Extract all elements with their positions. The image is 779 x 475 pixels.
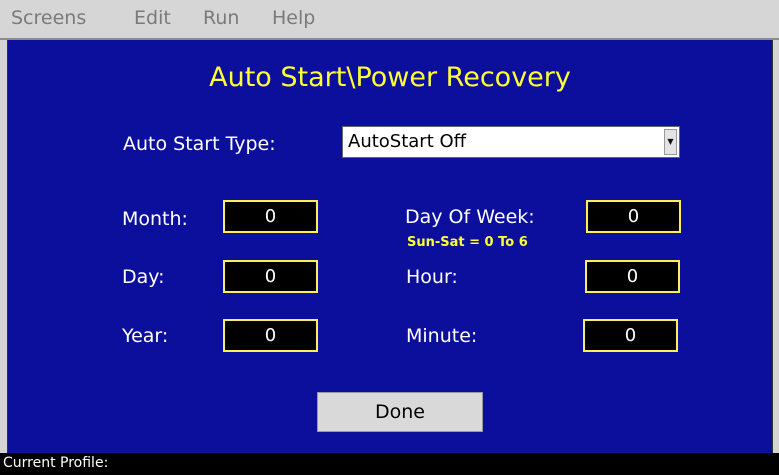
- auto-start-panel: Auto Start\Power Recovery Auto Start Typ…: [7, 40, 773, 453]
- menu-help[interactable]: Help: [272, 7, 315, 29]
- day-label: Day:: [122, 266, 165, 288]
- hour-field[interactable]: 0: [585, 260, 680, 293]
- menu-edit[interactable]: Edit: [134, 7, 171, 29]
- menu-screens[interactable]: Screens: [11, 7, 86, 29]
- minute-field[interactable]: 0: [583, 319, 678, 352]
- auto-start-type-value: AutoStart Off: [348, 131, 467, 152]
- menu-bar: Screens Edit Run Help: [0, 0, 779, 40]
- day-of-week-field[interactable]: 0: [586, 200, 681, 233]
- auto-start-type-label: Auto Start Type:: [123, 133, 276, 155]
- current-profile-label: Current Profile:: [3, 455, 109, 471]
- day-of-week-hint: Sun-Sat = 0 To 6: [407, 235, 528, 250]
- day-field[interactable]: 0: [223, 260, 318, 293]
- done-button[interactable]: Done: [317, 392, 483, 432]
- dropdown-arrow-icon[interactable]: ▼: [664, 129, 677, 155]
- menu-run[interactable]: Run: [203, 7, 239, 29]
- auto-start-type-select[interactable]: AutoStart Off ▼: [342, 126, 680, 158]
- day-of-week-label: Day Of Week:: [405, 206, 535, 228]
- month-label: Month:: [122, 208, 188, 230]
- page-title: Auto Start\Power Recovery: [209, 62, 571, 93]
- status-bar: Current Profile:: [0, 453, 779, 475]
- minute-label: Minute:: [406, 325, 478, 347]
- month-field[interactable]: 0: [223, 200, 318, 233]
- year-field[interactable]: 0: [223, 319, 318, 352]
- year-label: Year:: [122, 325, 169, 347]
- hour-label: Hour:: [406, 266, 458, 288]
